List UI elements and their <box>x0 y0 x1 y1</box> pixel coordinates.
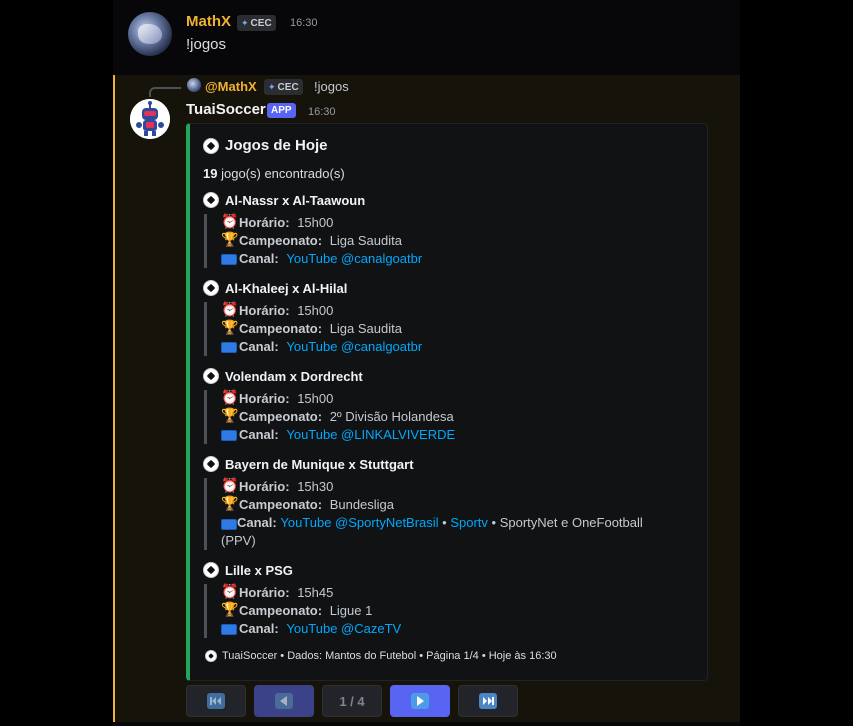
game-league: 2º Divisão Holandesa <box>329 409 454 424</box>
game-title: Volendam x Dordrecht <box>225 368 363 384</box>
diamond-icon: ✦ <box>268 81 276 92</box>
game-time: 15h00 <box>297 215 334 230</box>
channel-link[interactable]: YouTube @SportyNetBrasil <box>280 515 438 530</box>
soccer-ball-icon <box>203 280 219 296</box>
channel-link[interactable]: YouTube @CazeTV <box>286 620 401 638</box>
alarm-clock-icon: ⏰ <box>221 214 239 230</box>
embed-footer: TuaiSoccer • Dados: Mantos do Futebol • … <box>205 650 557 662</box>
reply-avatar[interactable] <box>187 78 201 92</box>
bot-name[interactable]: TuaiSoccer <box>186 101 266 118</box>
game-time: 15h45 <box>297 585 334 600</box>
alarm-clock-icon: ⏰ <box>221 478 239 494</box>
alarm-clock-icon: ⏰ <box>221 302 239 318</box>
trophy-icon: 🏆 <box>221 496 239 512</box>
tv-icon <box>221 430 237 441</box>
page-indicator: 1 / 4 <box>322 685 382 717</box>
channel-link[interactable]: YouTube @LINKALVIVERDE <box>286 426 455 444</box>
trophy-icon: 🏆 <box>221 408 239 424</box>
games-count: 19 jogo(s) encontrado(s) <box>203 166 345 181</box>
reply-text[interactable]: !jogos <box>314 79 349 94</box>
game-league: Ligue 1 <box>329 603 373 618</box>
alarm-clock-icon: ⏰ <box>221 584 239 600</box>
game-item: Volendam x Dordrecht ⏰ Horário: 15h00 🏆 Ca… <box>203 366 455 444</box>
soccer-ball-icon <box>205 650 217 662</box>
first-page-button[interactable] <box>186 685 246 717</box>
diamond-icon: ✦ <box>241 17 249 28</box>
tv-icon <box>221 342 237 353</box>
alarm-clock-icon: ⏰ <box>221 390 239 406</box>
tv-icon <box>221 519 237 530</box>
author-name[interactable]: MathX <box>186 13 231 30</box>
timestamp: 16:30 <box>290 17 318 29</box>
previous-icon <box>275 693 293 709</box>
first-page-icon <box>207 693 225 709</box>
game-time: 15h30 <box>297 479 334 494</box>
trophy-icon: 🏆 <box>221 320 239 336</box>
tv-icon <box>221 624 237 635</box>
game-title: Al-Nassr x Al-Taawoun <box>225 192 366 208</box>
next-icon <box>411 693 429 709</box>
avatar[interactable] <box>128 12 172 56</box>
timestamp: 16:30 <box>308 106 336 118</box>
app-badge: APP <box>267 103 296 118</box>
game-league: Liga Saudita <box>329 233 402 248</box>
message-text: !jogos <box>186 36 227 53</box>
game-league: Bundesliga <box>329 497 395 512</box>
next-page-button[interactable] <box>390 685 450 717</box>
game-league: Liga Saudita <box>329 321 402 336</box>
game-item: Bayern de Munique x Stuttgart ⏰ Horário: … <box>203 454 673 550</box>
games-embed: Jogos de Hoje 19 jogo(s) encontrado(s) A… <box>186 123 708 681</box>
message-mathx: MathX ✦ CEC 16:30 !jogos <box>113 0 740 75</box>
guild-tag[interactable]: ✦ CEC <box>237 15 276 31</box>
game-title: Bayern de Munique x Stuttgart <box>225 456 414 472</box>
channel-link[interactable]: YouTube @canalgoatbr <box>286 250 422 268</box>
game-item: Al-Khaleej x Al-Hilal ⏰ Horário: 15h00 🏆 C… <box>203 278 422 356</box>
soccer-ball-icon <box>203 137 219 154</box>
robot-icon <box>130 99 170 139</box>
chat-area: MathX ✦ CEC 16:30 !jogos @MathX ✦ CEC !j… <box>113 0 740 726</box>
game-time: 15h00 <box>297 303 334 318</box>
game-item: Al-Nassr x Al-Taawoun ⏰ Horário: 15h00 🏆 C… <box>203 190 422 268</box>
tv-icon <box>221 254 237 265</box>
trophy-icon: 🏆 <box>221 232 239 248</box>
soccer-ball-icon <box>203 456 219 472</box>
reply-author[interactable]: @MathX <box>205 79 257 94</box>
reply-guild-tag: ✦ CEC <box>264 79 303 95</box>
channel-link[interactable]: YouTube @canalgoatbr <box>286 338 422 356</box>
bot-avatar[interactable] <box>130 99 170 139</box>
last-page-button[interactable] <box>458 685 518 717</box>
trophy-icon: 🏆 <box>221 602 239 618</box>
channel-link-sportv[interactable]: Sportv <box>450 515 488 530</box>
previous-page-button[interactable] <box>254 685 314 717</box>
game-title: Lille x PSG <box>225 562 293 578</box>
message-tuaisoccer: @MathX ✦ CEC !jogos TuaiSoccer APP 16:30… <box>113 75 740 722</box>
game-item: Lille x PSG ⏰ Horário: 15h45 🏆 Campeonato:… <box>203 560 401 638</box>
pagination: 1 / 4 <box>186 685 518 717</box>
soccer-ball-icon <box>203 192 219 208</box>
last-page-icon <box>479 693 497 709</box>
reply-connector <box>149 87 181 97</box>
soccer-ball-icon <box>203 368 219 384</box>
soccer-ball-icon <box>203 562 219 578</box>
game-time: 15h00 <box>297 391 334 406</box>
game-title: Al-Khaleej x Al-Hilal <box>225 280 348 296</box>
embed-title: Jogos de Hoje <box>203 137 328 154</box>
